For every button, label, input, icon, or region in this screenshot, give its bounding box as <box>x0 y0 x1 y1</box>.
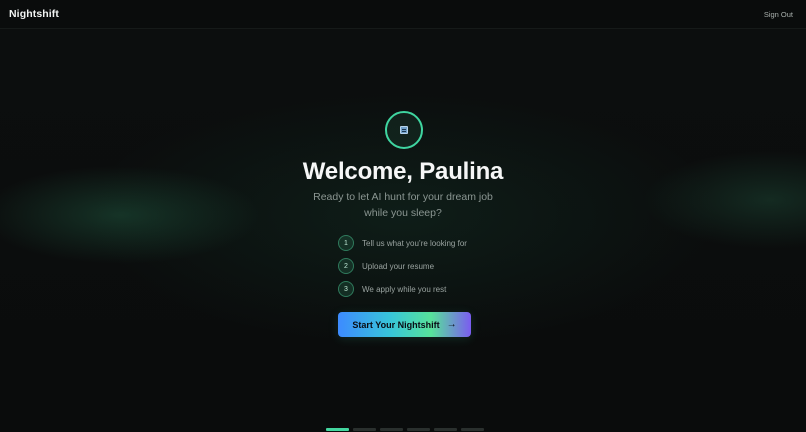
pager-dot-active[interactable] <box>326 428 349 431</box>
hero-badge <box>385 111 423 149</box>
start-nightshift-button[interactable]: Start Your Nightshift → <box>338 312 471 337</box>
pager-dot[interactable] <box>461 428 484 431</box>
sign-out-link[interactable]: Sign Out <box>764 10 797 19</box>
step-item: 1 Tell us what you’re looking for <box>338 235 538 251</box>
step-label: Upload your resume <box>362 261 435 271</box>
page-title: Welcome, Paulina <box>302 158 504 185</box>
page-subtitle: Ready to let AI hunt for your dream job … <box>253 190 553 221</box>
pager-dot[interactable] <box>353 428 376 431</box>
progress-pager <box>326 428 484 431</box>
step-label: Tell us what you’re looking for <box>362 238 467 248</box>
welcome-main: Welcome, Paulina Ready to let AI hunt fo… <box>0 0 806 432</box>
step-number: 3 <box>338 281 354 297</box>
step-item: 2 Upload your resume <box>338 258 538 274</box>
moon-icon <box>400 126 408 134</box>
subtitle-line-2: while you sleep? <box>364 206 442 219</box>
pager-dot[interactable] <box>434 428 457 431</box>
brand-logo[interactable]: Nightshift <box>9 8 59 20</box>
step-number: 2 <box>338 258 354 274</box>
step-item: 3 We apply while you rest <box>338 281 538 297</box>
top-bar: Nightshift Sign Out <box>0 0 806 29</box>
pager-dot[interactable] <box>407 428 430 431</box>
start-button-label: Start Your Nightshift <box>352 319 440 330</box>
subtitle-line-1: Ready to let AI hunt for your dream job <box>313 191 493 203</box>
onboarding-steps: 1 Tell us what you’re looking for 2 Uplo… <box>338 235 538 304</box>
arrow-right-icon: → <box>446 319 457 330</box>
step-number: 1 <box>338 235 354 251</box>
pager-dot[interactable] <box>380 428 403 431</box>
step-label: We apply while you rest <box>362 284 447 294</box>
